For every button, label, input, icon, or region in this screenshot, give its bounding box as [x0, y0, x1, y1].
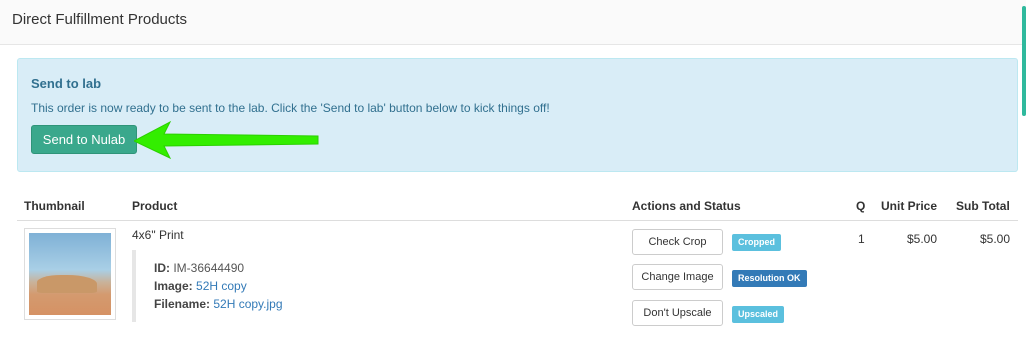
product-image-link[interactable]: 52H copy — [196, 279, 247, 293]
check-crop-button[interactable]: Check Crop — [632, 229, 723, 255]
product-name: 4x6" Print — [132, 228, 184, 242]
send-to-nulab-button[interactable]: Send to Nulab — [31, 125, 137, 154]
status-badge-cropped: Cropped — [732, 234, 781, 251]
product-filename-label: Filename: — [154, 297, 211, 311]
product-id: ID: IM-36644490 — [154, 261, 244, 275]
column-header-actions: Actions and Status — [632, 199, 741, 213]
product-details-bar — [132, 250, 136, 322]
page-title: Direct Fulfillment Products — [12, 11, 188, 28]
product-filename-link[interactable]: 52H copy.jpg — [213, 297, 282, 311]
panel-header: Direct Fulfillment Products — [0, 0, 1026, 45]
product-image: Image: 52H copy — [154, 279, 247, 293]
dont-upscale-button[interactable]: Don't Upscale — [632, 300, 723, 326]
column-header-q: Q — [856, 199, 866, 213]
product-image-label: Image: — [154, 279, 193, 293]
product-filename: Filename: 52H copy.jpg — [154, 297, 283, 311]
change-image-button[interactable]: Change Image — [632, 264, 723, 290]
scroll-indicator[interactable] — [1022, 6, 1026, 116]
annotation-arrow-icon — [134, 120, 319, 160]
product-thumbnail[interactable] — [24, 228, 116, 320]
unit-price-value: $5.00 — [907, 232, 938, 246]
column-header-thumbnail: Thumbnail — [24, 199, 85, 213]
alert-title: Send to lab — [31, 76, 102, 91]
sub-total-value: $5.00 — [980, 232, 1011, 246]
column-header-unit-price: Unit Price — [881, 199, 938, 213]
table-header-divider — [17, 220, 1018, 221]
quantity-value: 1 — [858, 232, 865, 246]
column-header-sub-total: Sub Total — [956, 199, 1010, 213]
status-badge-upscaled: Upscaled — [732, 306, 785, 323]
column-header-product: Product — [132, 199, 178, 213]
status-badge-resolution: Resolution OK — [732, 270, 807, 287]
product-id-value: IM-36644490 — [173, 261, 245, 275]
thumbnail-image — [29, 233, 111, 315]
alert-message: This order is now ready to be sent to th… — [31, 101, 550, 115]
product-id-label: ID: — [154, 261, 170, 275]
thumbnail-rock-shape — [37, 275, 97, 293]
